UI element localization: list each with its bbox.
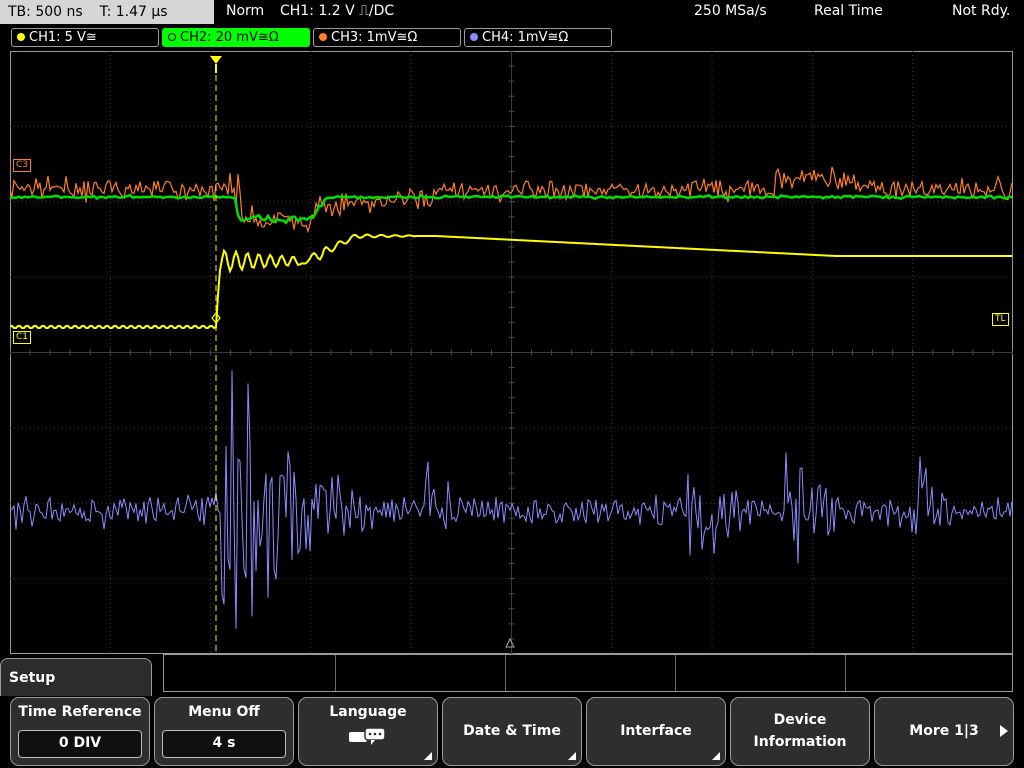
submenu-indicator-icon	[712, 752, 720, 760]
sample-rate[interactable]: 250 MSa/s	[694, 3, 767, 19]
trigger-mode[interactable]: Norm	[226, 3, 264, 19]
language-softkey[interactable]: Language	[298, 697, 438, 766]
softkey-label: Date & Time	[463, 723, 561, 739]
date-time-softkey[interactable]: Date & Time	[442, 697, 582, 766]
ch1-offset-marker[interactable]: C1	[13, 331, 32, 344]
channel-tab-label: CH3: 1mV≅Ω	[331, 30, 418, 45]
ready-state: Not Rdy.	[952, 3, 1011, 19]
channel-tab-ch1[interactable]: CH1: 5 V≅	[11, 28, 159, 47]
channel-tab-ch2[interactable]: CH2: 20 mV≅Ω	[162, 28, 310, 47]
submenu-indicator-icon	[568, 752, 576, 760]
softkey-label: More 1|3	[909, 723, 979, 739]
softkey-label: Language	[329, 704, 407, 720]
device-information-softkey[interactable]: Device Information	[730, 697, 870, 766]
channel-tab-ch3[interactable]: CH3: 1mV≅Ω	[313, 28, 461, 47]
ch3-offset-marker[interactable]: C3	[13, 159, 32, 172]
submenu-indicator-icon	[424, 752, 432, 760]
ch4-dot-icon	[470, 33, 478, 41]
channel-tab-ch4[interactable]: CH4: 1mV≅Ω	[464, 28, 612, 47]
time-reference-softkey[interactable]: Time Reference 0 DIV	[10, 697, 150, 766]
timebase-readout: TB: 500 ns	[8, 4, 83, 20]
time-reference-icon	[505, 637, 515, 648]
menu-title-tab: Setup	[0, 658, 152, 696]
channel-tab-label: CH4: 1mV≅Ω	[482, 30, 569, 45]
menu-info-strip	[163, 654, 1013, 692]
acquisition-mode[interactable]: Real Time	[814, 3, 883, 19]
trigger-level-marker[interactable]: TL	[992, 313, 1009, 326]
time-reference-value: 0 DIV	[18, 730, 142, 758]
graticule	[10, 51, 1013, 654]
softkey-label-line2: Information	[753, 734, 847, 750]
waveform-display	[10, 51, 1013, 654]
softkey-label: Interface	[620, 723, 692, 739]
more-softkey[interactable]: More 1|3	[874, 697, 1014, 766]
speech-bubbles-icon	[349, 727, 386, 745]
trigger-info[interactable]: CH1: 1.2 V ⎍/DC	[280, 3, 394, 19]
channel-tab-label: CH1: 5 V≅	[29, 30, 97, 45]
ch2-dot-icon	[168, 33, 176, 41]
menu-off-softkey[interactable]: Menu Off 4 s	[154, 697, 294, 766]
interface-softkey[interactable]: Interface	[586, 697, 726, 766]
menu-off-value: 4 s	[162, 730, 286, 758]
softkey-label: Menu Off	[188, 704, 260, 720]
softkey-label: Device	[773, 712, 827, 728]
trigger-position-icon[interactable]	[210, 56, 222, 64]
ch3-dot-icon	[319, 33, 327, 41]
ch1-dot-icon	[17, 33, 25, 41]
channel-tab-label: CH2: 20 mV≅Ω	[180, 30, 279, 45]
next-page-icon	[1000, 725, 1008, 737]
timebase-box[interactable]: TB: 500 ns T: 1.47 µs	[0, 0, 214, 24]
softkey-label: Time Reference	[18, 704, 142, 720]
trigger-time-readout: T: 1.47 µs	[99, 4, 168, 20]
